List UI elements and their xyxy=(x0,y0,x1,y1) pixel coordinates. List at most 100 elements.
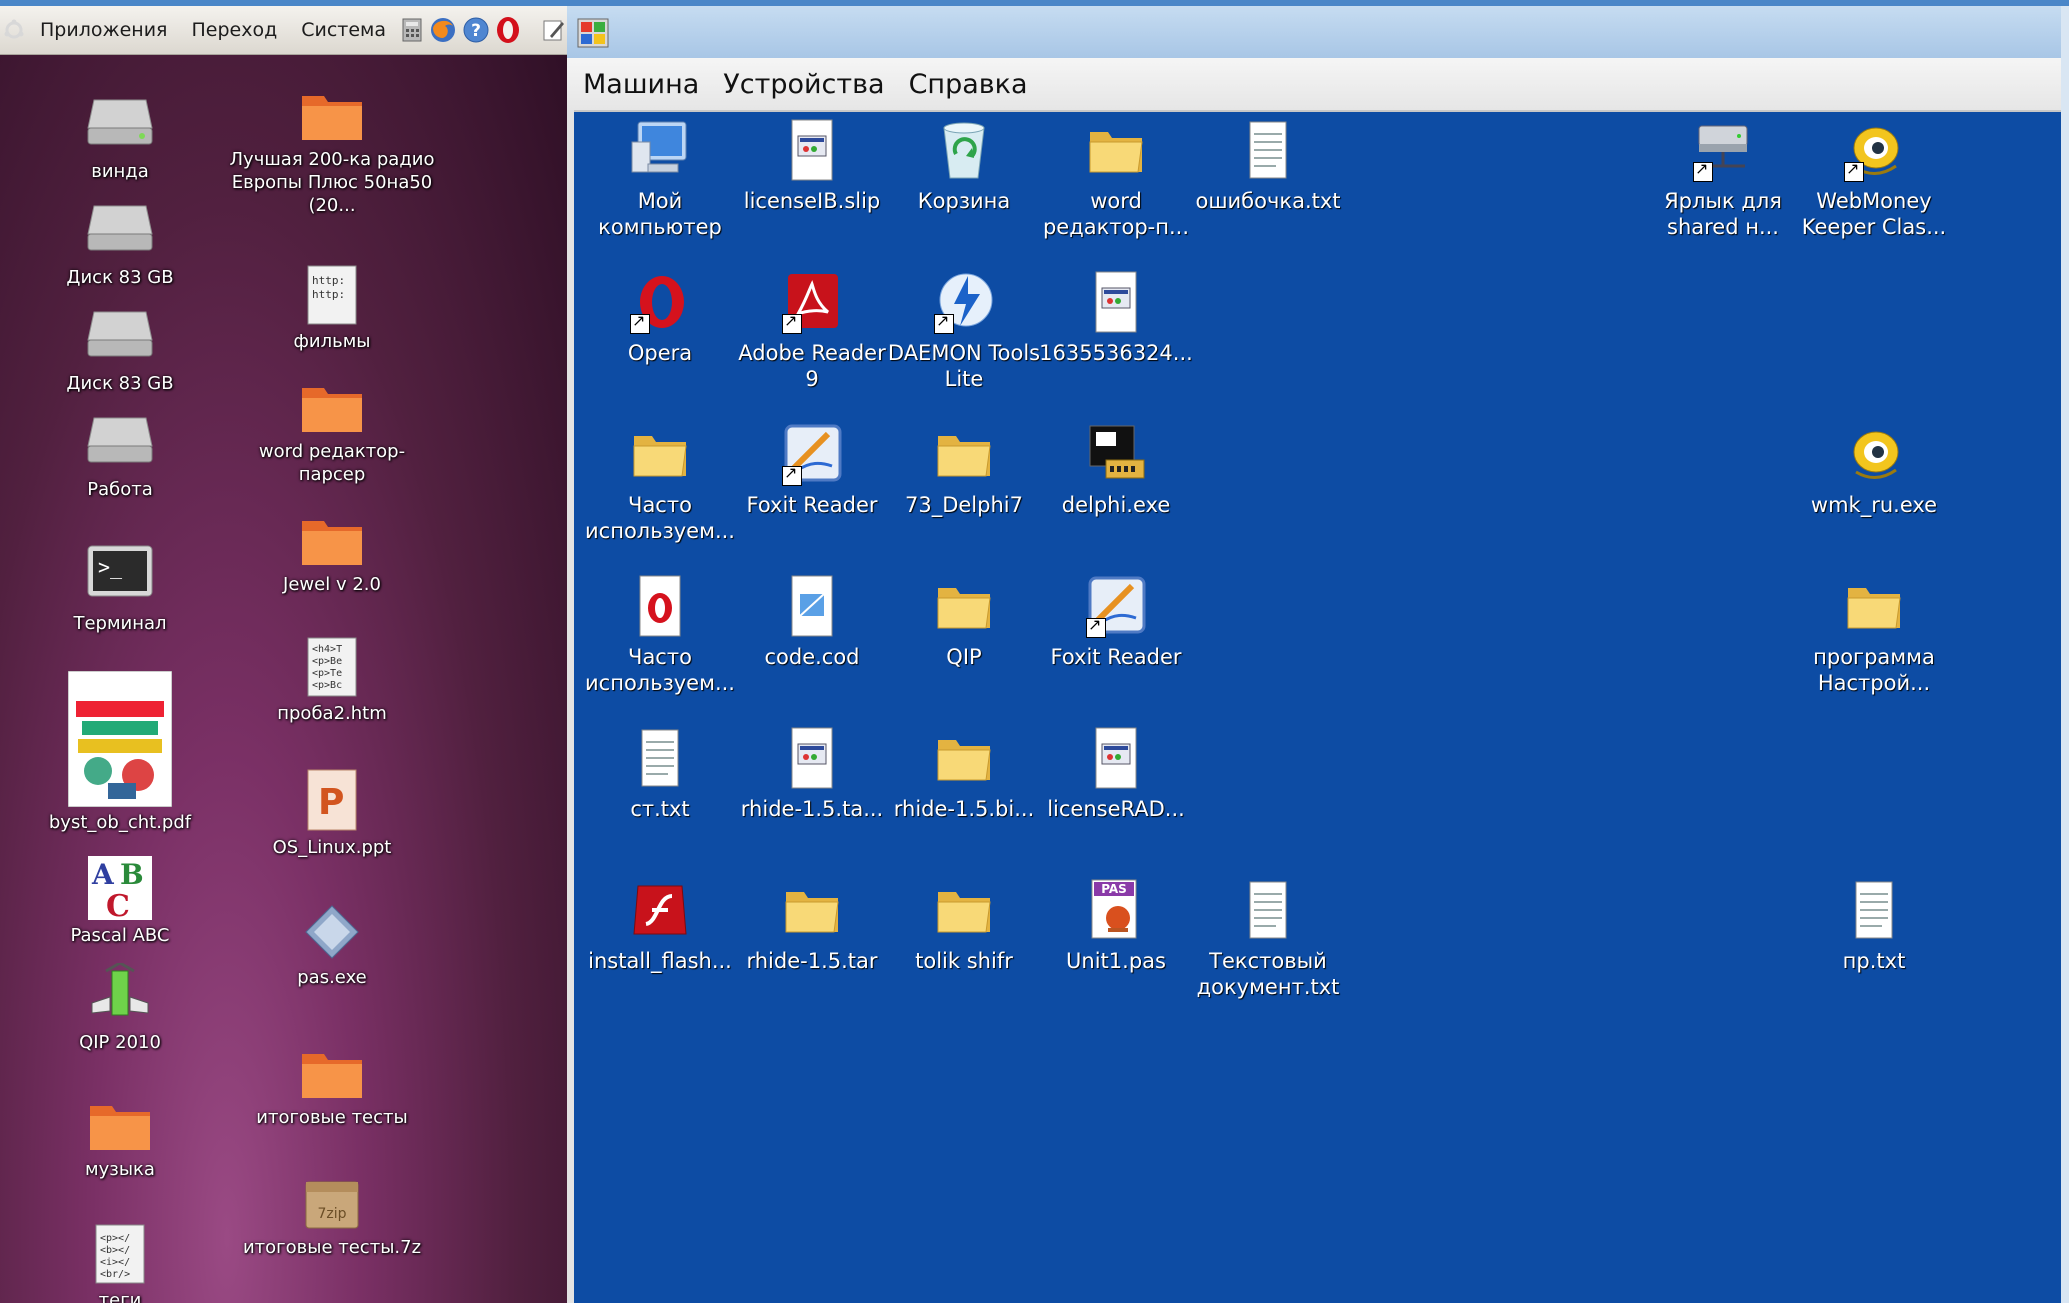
guest-icon-tolik-folder[interactable]: tolik shifr xyxy=(886,878,1042,974)
desktop-icon-os-linux-ppt[interactable]: P OS_Linux.ppt xyxy=(227,768,437,859)
text-file-icon xyxy=(1236,878,1300,942)
desktop-icon-drive[interactable]: винда xyxy=(15,84,225,183)
guest-icon-rhide-tar-folder[interactable]: rhide-1.5.tar xyxy=(734,878,890,974)
desktop-icon-work[interactable]: Работа xyxy=(15,402,225,501)
vbox-frame-left xyxy=(567,110,574,1303)
folder-icon xyxy=(932,574,996,638)
menu-devices[interactable]: Устройства xyxy=(711,69,896,100)
guest-icon-word-editor-folder[interactable]: word редактор-п... xyxy=(1038,118,1194,240)
pascal-abc-icon: ABC xyxy=(88,856,152,924)
webmoney-icon xyxy=(1842,118,1906,182)
menu-places[interactable]: Переход xyxy=(179,19,289,41)
desktop-icon-music-folder[interactable]: музыка xyxy=(15,1098,225,1181)
svg-text:?: ? xyxy=(471,21,481,41)
desktop-icon-terminal[interactable]: >_ Терминал xyxy=(15,536,225,635)
system-file-icon xyxy=(780,726,844,790)
desktop-icon-films[interactable]: http: http: фильмы xyxy=(227,264,437,353)
hard-drive-icon xyxy=(84,296,156,368)
svg-text:7zip: 7zip xyxy=(317,1206,346,1222)
guest-icon-delphi7-folder[interactable]: 73_Delphi7 xyxy=(886,422,1042,518)
vbox-app-icon xyxy=(577,18,609,52)
svg-text:<p>Be: <p>Be xyxy=(312,656,342,667)
desktop-icon-disk-1[interactable]: Диск 83 GB xyxy=(15,190,225,289)
foxit-reader-icon xyxy=(780,422,844,486)
guest-icon-np-txt[interactable]: пр.txt xyxy=(1796,878,1952,974)
gnome-top-panel: Приложения Переход Система ? xyxy=(0,6,567,55)
pascal-file-icon: PAS xyxy=(1084,878,1148,942)
system-file-icon xyxy=(780,118,844,182)
menu-machine[interactable]: Машина xyxy=(567,69,711,100)
desktop-icon-radio-folder[interactable]: Лучшая 200-ка радио Европы Плюс 50на50 (… xyxy=(227,88,437,217)
hard-drive-icon xyxy=(84,402,156,474)
guest-icon-wmk-ru[interactable]: wmk_ru.exe xyxy=(1796,422,1952,518)
guest-icon-webmoney[interactable]: WebMoney Keeper Clas... xyxy=(1796,118,1952,240)
guest-icon-chasto-folder[interactable]: Часто используем... xyxy=(582,422,738,544)
text-file-icon: http: http: xyxy=(306,264,358,326)
guest-icon-rhide-ta[interactable]: rhide-1.5.ta... xyxy=(734,726,890,822)
firefox-icon[interactable] xyxy=(429,16,457,44)
desktop-icon-pdf-book[interactable]: byst_ob_cht.pdf xyxy=(15,670,225,834)
guest-icon-foxit-reader-1[interactable]: Foxit Reader xyxy=(734,422,890,518)
help-icon[interactable]: ? xyxy=(463,16,489,44)
folder-icon xyxy=(628,422,692,486)
folder-icon xyxy=(932,422,996,486)
guest-icon-opera[interactable]: Opera xyxy=(582,270,738,366)
guest-icon-unit1-pas[interactable]: PAS Unit1.pas xyxy=(1038,878,1194,974)
guest-icon-numeric-file[interactable]: 1635536324... xyxy=(1038,270,1194,366)
guest-icon-chasto-opera[interactable]: Часто используем... xyxy=(582,574,738,696)
desktop-icon-proba-htm[interactable]: <h4>T <p>Be <p>Te <p>Bc проба2.htm xyxy=(227,636,437,725)
opera-document-icon xyxy=(628,574,692,638)
opera-panel-icon[interactable] xyxy=(495,16,521,44)
shortcut-arrow-icon xyxy=(782,463,802,486)
folder-icon xyxy=(1084,118,1148,182)
svg-text:<p>Bc: <p>Bc xyxy=(312,680,342,691)
calculator-icon[interactable] xyxy=(401,16,423,44)
guest-icon-adobe-reader[interactable]: Adobe Reader 9 xyxy=(734,270,890,392)
guest-icon-recycle-bin[interactable]: Корзина xyxy=(886,118,1042,214)
desktop-icon-pascal-abc[interactable]: ABC Pascal ABC xyxy=(15,856,225,947)
text-file-icon xyxy=(1842,878,1906,942)
guest-icon-code-cod[interactable]: code.cod xyxy=(734,574,890,670)
desktop-icon-pas-exe[interactable]: pas.exe xyxy=(227,902,437,989)
desktop-icon-jewel[interactable]: Jewel v 2.0 xyxy=(227,513,437,596)
guest-icon-delphi-exe[interactable]: delphi.exe xyxy=(1038,422,1194,518)
ubuntu-logo-icon[interactable] xyxy=(3,16,25,44)
desktop-icon-disk-2[interactable]: Диск 83 GB xyxy=(15,296,225,395)
book-cover-icon xyxy=(67,670,173,808)
desktop-icon-tests-7z[interactable]: 7zip итоговые тесты.7z xyxy=(227,1176,437,1259)
desktop-icon-tags[interactable]: <p></<b></<i></<br/> теги xyxy=(15,1223,225,1303)
guest-icon-licenseib[interactable]: licenseIB.slip xyxy=(734,118,890,214)
folder-icon xyxy=(300,513,364,569)
menu-help[interactable]: Справка xyxy=(897,69,1040,100)
guest-icon-qip-folder[interactable]: QIP xyxy=(886,574,1042,670)
svg-text:http:: http: xyxy=(312,288,345,301)
vbox-title-bar xyxy=(567,6,2063,58)
shortcut-arrow-icon xyxy=(934,311,954,334)
desktop-icon-qip2010[interactable]: QIP 2010 xyxy=(15,961,225,1054)
menu-applications[interactable]: Приложения xyxy=(28,19,179,41)
folder-icon xyxy=(88,1098,152,1154)
guest-icon-daemon-tools[interactable]: DAEMON Tools Lite xyxy=(886,270,1042,392)
adobe-reader-icon xyxy=(780,270,844,334)
desktop-icon-tests-folder[interactable]: итоговые тесты xyxy=(227,1046,437,1129)
guest-icon-licenserad[interactable]: licenseRAD... xyxy=(1038,726,1194,822)
guest-icon-foxit-reader-2[interactable]: Foxit Reader xyxy=(1038,574,1194,670)
guest-icon-text-document[interactable]: Текстовый документ.txt xyxy=(1190,878,1346,1000)
svg-text:<b></: <b></ xyxy=(100,1245,130,1256)
svg-text:C: C xyxy=(106,889,130,920)
folder-icon xyxy=(932,878,996,942)
guest-icon-my-computer[interactable]: Мой компьютер xyxy=(582,118,738,240)
folder-icon xyxy=(780,878,844,942)
system-file-icon xyxy=(1084,726,1148,790)
guest-icon-rhide-bi-folder[interactable]: rhide-1.5.bi... xyxy=(886,726,1042,822)
guest-icon-install-flash[interactable]: install_flash... xyxy=(582,878,738,974)
menu-system[interactable]: Система xyxy=(289,19,398,41)
guest-icon-programma-folder[interactable]: программа Настрой... xyxy=(1796,574,1952,696)
desktop-icon-word-parser[interactable]: word редактор-парсер xyxy=(227,380,437,486)
guest-icon-oshibochka[interactable]: ошибочка.txt xyxy=(1190,118,1346,214)
guest-icon-shared-link[interactable]: Ярлык для shared н... xyxy=(1645,118,1801,240)
guest-icon-st-txt[interactable]: ст.txt xyxy=(582,726,738,822)
text-editor-icon[interactable] xyxy=(542,16,566,44)
archive-icon: 7zip xyxy=(302,1176,362,1232)
svg-text:http:: http: xyxy=(312,274,345,287)
